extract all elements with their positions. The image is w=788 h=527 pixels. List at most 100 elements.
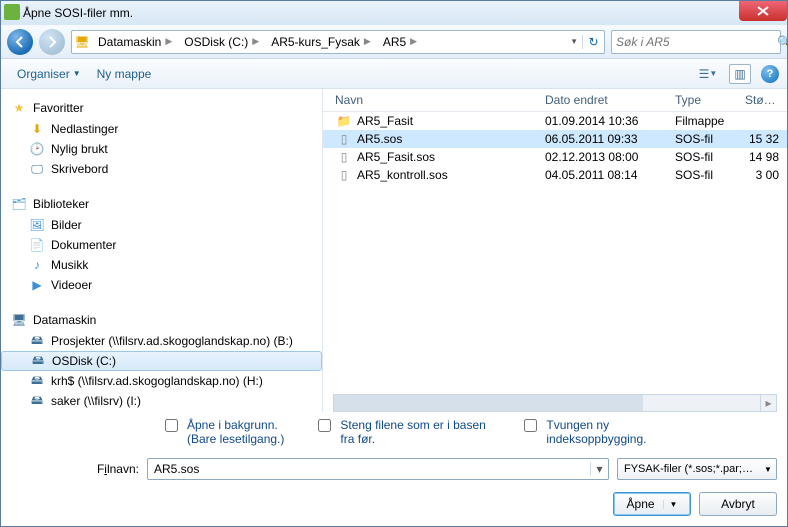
sidebar-item[interactable]: 🖼Bilder (1, 215, 322, 235)
column-headers[interactable]: Navn Dato endret Type Størrelse (323, 89, 787, 112)
breadcrumb[interactable]: 🖥 Datamaskin▶ OSDisk (C:)▶ AR5-kurs_Fysa… (71, 30, 605, 54)
close-button[interactable] (739, 1, 787, 21)
file-date: 02.12.2013 08:00 (545, 150, 675, 164)
computer-icon: 🖥 (11, 312, 27, 328)
open-button[interactable]: Åpne ▼ (613, 492, 691, 516)
chevron-down-icon[interactable]: ▼ (570, 37, 582, 46)
file-type-filter[interactable]: FYSAK-filer (*.sos;*.par;*.kom) ▼ (617, 458, 777, 480)
scroll-thumb[interactable] (334, 395, 643, 411)
scroll-right-icon[interactable]: ▸ (760, 395, 776, 411)
file-name: AR5_kontroll.sos (357, 168, 448, 182)
preview-pane-button[interactable]: ▥ (729, 64, 751, 84)
file-icon: ▯ (335, 150, 353, 164)
options-row: Åpne i bakgrunn.(Bare lesetilgang.) Sten… (1, 412, 787, 452)
open-background-checkbox[interactable]: Åpne i bakgrunn.(Bare lesetilgang.) (161, 418, 284, 446)
col-size[interactable]: Størrelse (745, 93, 787, 107)
file-type: SOS-fil (675, 150, 745, 164)
force-index-checkbox[interactable]: Tvungen ny indeksoppbygging. (520, 418, 696, 446)
back-button[interactable] (7, 29, 33, 55)
crumb[interactable]: Datamaskin (98, 35, 161, 49)
network-drive-icon: 🖴 (29, 333, 45, 349)
col-date[interactable]: Dato endret (545, 93, 675, 107)
file-row[interactable]: 📁AR5_Fasit01.09.2014 10:36Filmappe (323, 112, 787, 130)
search-input[interactable] (612, 35, 777, 49)
crumb[interactable]: AR5 (383, 35, 406, 49)
window-title: Åpne SOSI-filer mm. (1, 6, 133, 20)
sidebar-item[interactable]: 📄Dokumenter (1, 235, 322, 255)
sidebar-item[interactable]: 🖵Skrivebord (1, 159, 322, 179)
crumb[interactable]: OSDisk (C:) (184, 35, 248, 49)
recent-icon: 🕑 (29, 141, 45, 157)
chevron-down-icon[interactable]: ▼ (663, 500, 678, 509)
button-row: Åpne ▼ Avbryt (1, 486, 787, 526)
new-folder-label: Ny mappe (97, 67, 152, 81)
open-label: Åpne (627, 497, 655, 511)
file-row[interactable]: ▯AR5_kontroll.sos04.05.2011 08:14SOS-fil… (323, 166, 787, 184)
filename-value[interactable]: AR5.sos (148, 462, 590, 476)
network-drive-icon: 🖴 (29, 393, 45, 409)
nav-bar: 🖥 Datamaskin▶ OSDisk (C:)▶ AR5-kurs_Fysa… (1, 25, 787, 59)
cancel-label: Avbryt (721, 497, 755, 511)
checkbox-label: Åpne i bakgrunn.(Bare lesetilgang.) (187, 418, 284, 446)
documents-icon: 📄 (29, 237, 45, 253)
chevron-down-icon: ▼ (73, 69, 81, 78)
file-date: 04.05.2011 08:14 (545, 168, 675, 182)
checkbox-input[interactable] (165, 419, 178, 432)
sidebar-item[interactable]: 🕑Nylig brukt (1, 139, 322, 159)
file-name: AR5_Fasit.sos (357, 150, 435, 164)
file-row[interactable]: ▯AR5_Fasit.sos02.12.2013 08:00SOS-fil14 … (323, 148, 787, 166)
checkbox-input[interactable] (318, 419, 331, 432)
libraries-icon: 🗂 (11, 196, 27, 212)
command-bar: Organiser ▼ Ny mappe ☰ ▼ ▥ ? (1, 59, 787, 89)
file-type: SOS-fil (675, 168, 745, 182)
close-previous-checkbox[interactable]: Steng filene som er i basen fra før. (314, 418, 490, 446)
search-box[interactable]: 🔍 (611, 30, 781, 54)
col-type[interactable]: Type (675, 93, 745, 107)
help-button[interactable]: ? (761, 65, 779, 83)
file-date: 01.09.2014 10:36 (545, 114, 675, 128)
sidebar-item[interactable]: ♪Musikk (1, 255, 322, 275)
checkbox-label: Tvungen ny indeksoppbygging. (546, 418, 696, 446)
col-name[interactable]: Navn (335, 93, 545, 107)
file-type: SOS-fil (675, 132, 745, 146)
file-name: AR5_Fasit (357, 114, 413, 128)
file-type: Filmappe (675, 114, 745, 128)
title-bar: Åpne SOSI-filer mm. (1, 1, 787, 25)
file-name: AR5.sos (357, 132, 402, 146)
forward-button[interactable] (39, 29, 65, 55)
sidebar-favorites-header[interactable]: ★Favoritter (1, 97, 322, 119)
horizontal-scrollbar[interactable]: ◂ ▸ (333, 394, 777, 412)
app-icon (4, 4, 20, 20)
chevron-down-icon[interactable]: ▾ (590, 462, 608, 476)
drive-icon: 🖴 (30, 353, 46, 369)
sidebar-item[interactable]: ▶Videoer (1, 275, 322, 295)
organize-button[interactable]: Organiser ▼ (9, 64, 89, 84)
organize-label: Organiser (17, 67, 70, 81)
crumb[interactable]: AR5-kurs_Fysak (271, 35, 360, 49)
filename-label: Filnavn: (11, 462, 139, 476)
sidebar-item[interactable]: 🖴Prosjekter (\\filsrv.ad.skogoglandskap.… (1, 331, 322, 351)
cancel-button[interactable]: Avbryt (699, 492, 777, 516)
filename-combobox[interactable]: AR5.sos ▾ (147, 458, 609, 480)
chevron-down-icon[interactable]: ▼ (760, 465, 776, 474)
refresh-button[interactable]: ↻ (582, 35, 604, 49)
sidebar-item[interactable]: 🖴saker (\\filsrv) (I:) (1, 391, 322, 411)
star-icon: ★ (11, 100, 27, 116)
pictures-icon: 🖼 (29, 217, 45, 233)
file-size: 3 00 (745, 168, 787, 182)
file-row[interactable]: ▯AR5.sos06.05.2011 09:33SOS-fil15 32 (323, 130, 787, 148)
file-list[interactable]: 📁AR5_Fasit01.09.2014 10:36Filmappe▯AR5.s… (323, 112, 787, 390)
sidebar-item[interactable]: ⬇Nedlastinger (1, 119, 322, 139)
navigation-tree[interactable]: ★Favoritter ⬇Nedlastinger 🕑Nylig brukt 🖵… (1, 89, 323, 412)
sidebar-computer-header[interactable]: 🖥Datamaskin (1, 309, 322, 331)
file-icon: ▯ (335, 132, 353, 146)
view-options-button[interactable]: ☰ ▼ (697, 64, 719, 84)
new-folder-button[interactable]: Ny mappe (89, 64, 160, 84)
checkbox-input[interactable] (524, 419, 537, 432)
search-icon[interactable]: 🔍 (777, 35, 788, 49)
chevron-right-icon: ▶ (410, 36, 417, 47)
chevron-right-icon: ▶ (252, 36, 259, 47)
sidebar-libraries-header[interactable]: 🗂Biblioteker (1, 193, 322, 215)
sidebar-item-selected[interactable]: 🖴OSDisk (C:) (1, 351, 322, 371)
sidebar-item[interactable]: 🖴krh$ (\\filsrv.ad.skogoglandskap.no) (H… (1, 371, 322, 391)
